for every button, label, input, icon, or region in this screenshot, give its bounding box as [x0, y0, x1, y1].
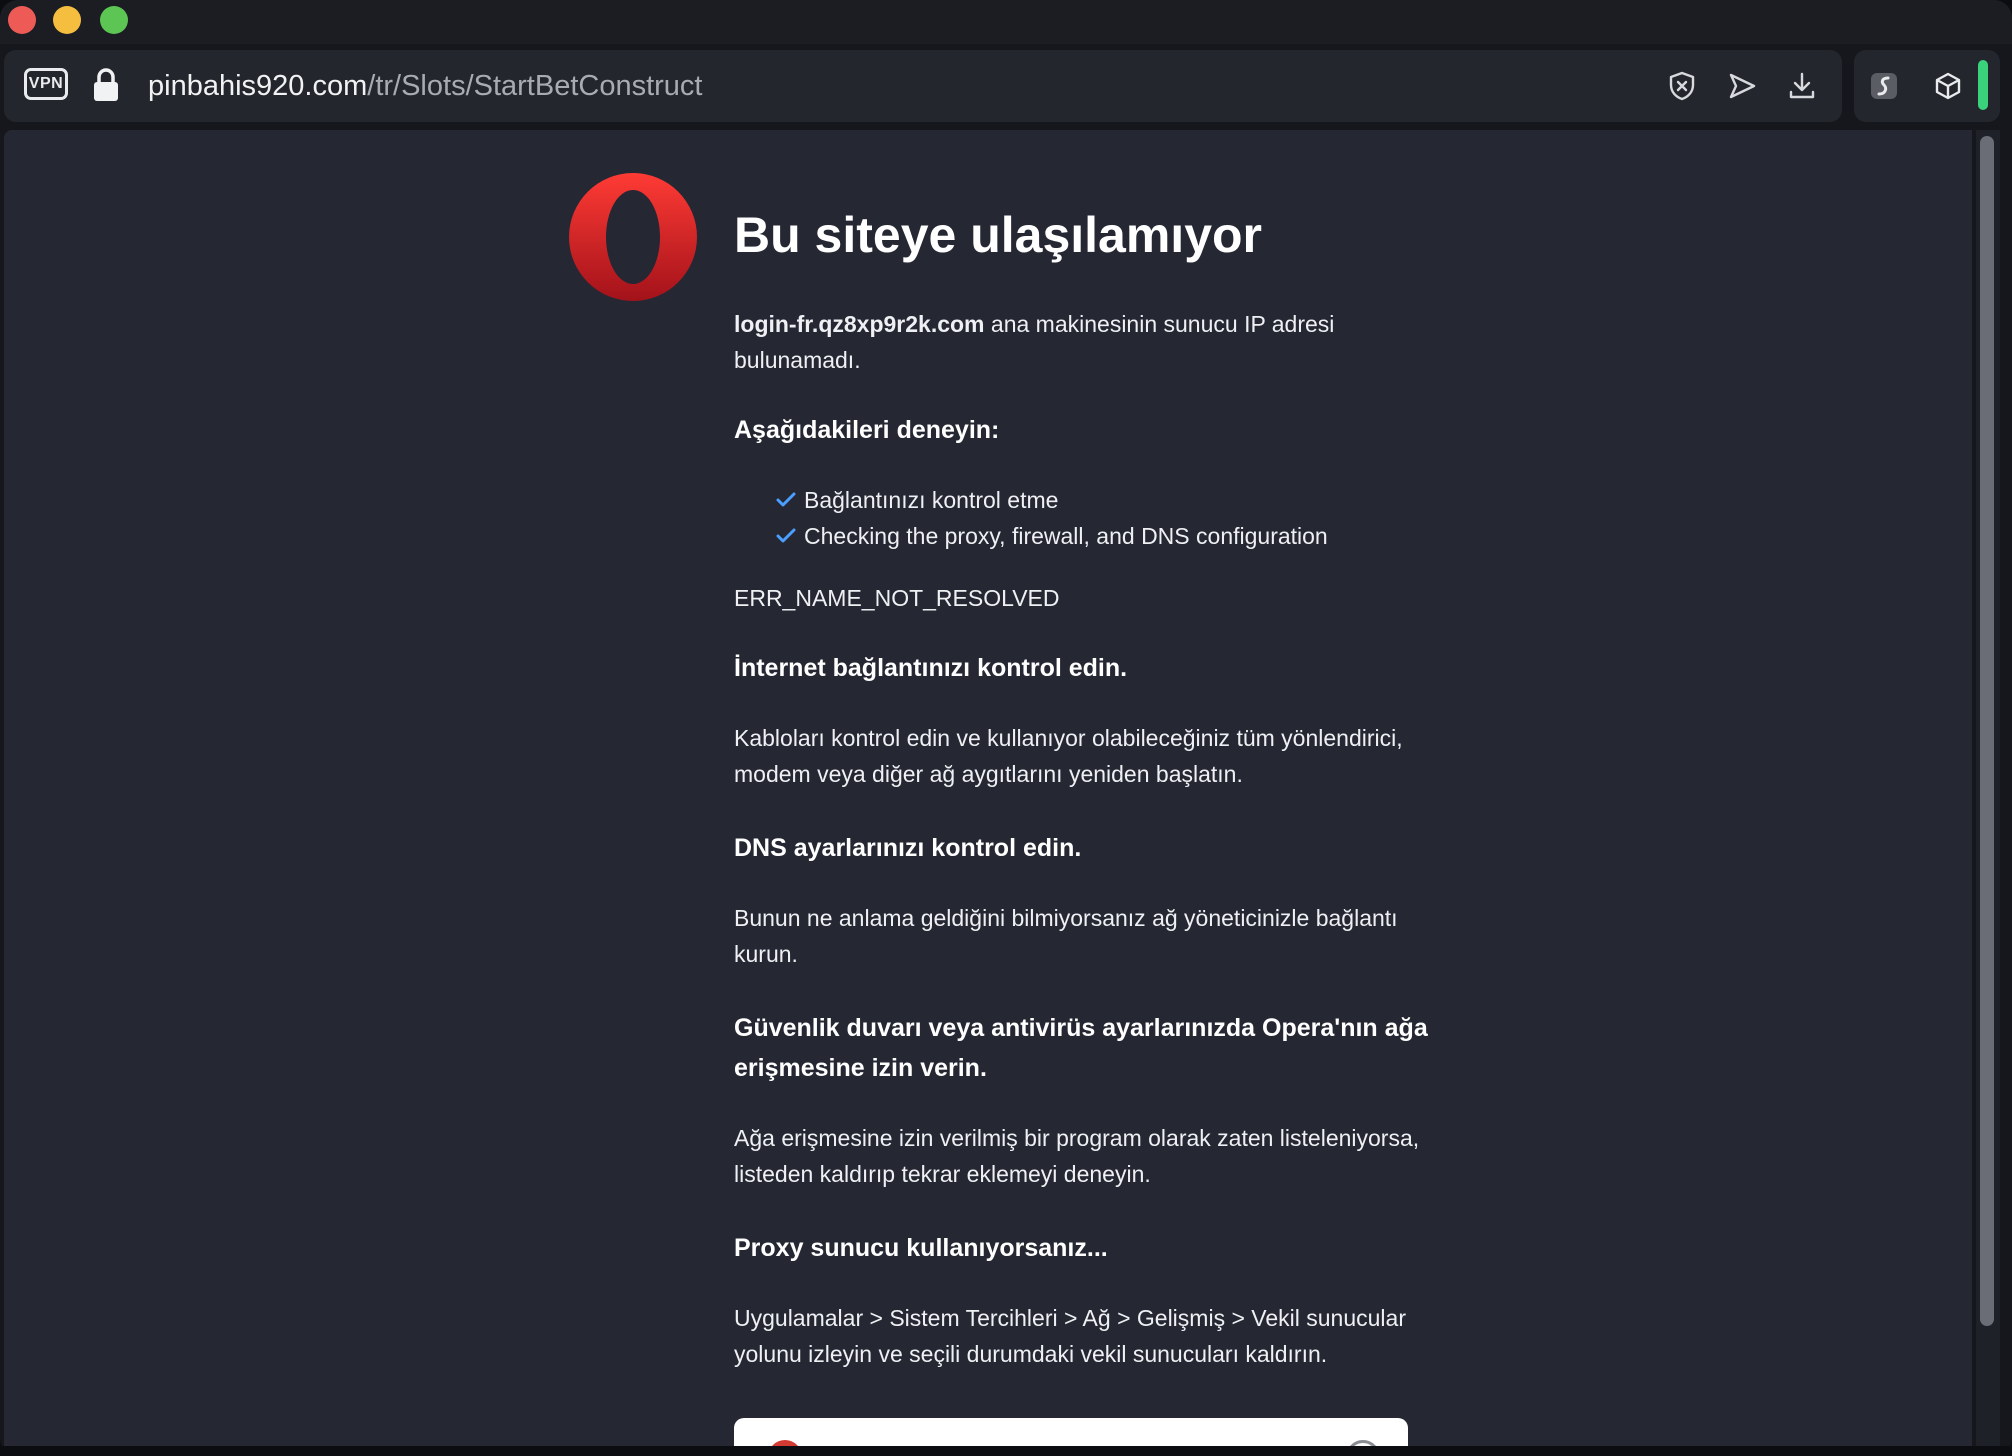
- check-icon: [776, 528, 796, 543]
- try-heading: Aşağıdakileri deneyin:: [734, 416, 1000, 444]
- section-heading-proxy: Proxy sunucu kullanıyorsanız...: [734, 1234, 1108, 1262]
- section-body-firewall: Ağa erişmesine izin verilmiş bir program…: [734, 1125, 1420, 1187]
- zoom-window-button[interactable]: [100, 6, 128, 34]
- sidebar-indicator: [1978, 60, 1988, 110]
- window-bottom-edge: [0, 1446, 2012, 1456]
- page-title: Bu siteye ulaşılamıyor: [734, 207, 1263, 263]
- error-code: ERR_NAME_NOT_RESOLVED: [734, 585, 1060, 611]
- shield-x-icon[interactable]: [1666, 70, 1698, 102]
- scrollbar-thumb[interactable]: [1980, 136, 1994, 1326]
- check-icon: [776, 492, 796, 507]
- suggestion-item: Checking the proxy, firewall, and DNS co…: [776, 518, 1328, 554]
- bottom-card[interactable]: [734, 1418, 1408, 1446]
- vpn-badge[interactable]: VPN: [24, 68, 68, 100]
- section-heading-firewall: Güvenlik duvarı veya antivirüs ayarların…: [734, 1014, 1428, 1082]
- section-heading-internet: İnternet bağlantınızı kontrol edin.: [734, 654, 1128, 682]
- error-page: Bu siteye ulaşılamıyor login-fr.qz8xp9r2…: [4, 130, 1972, 1446]
- section-heading-dns: DNS ayarlarınızı kontrol edin.: [734, 834, 1082, 862]
- address-bar[interactable]: VPN pinbahis920.com/tr/Slots/StartBetCon…: [4, 50, 1842, 122]
- section-body-proxy: Uygulamalar > Sistem Tercihleri > Ağ > G…: [734, 1305, 1406, 1367]
- lock-icon[interactable]: [92, 68, 120, 102]
- suggestion-item: Bağlantınızı kontrol etme: [776, 482, 1328, 518]
- host-message: login-fr.qz8xp9r2k.com ana makinesinin s…: [734, 306, 1434, 378]
- url-host: pinbahis920.com: [148, 70, 368, 102]
- browser-window: VPN pinbahis920.com/tr/Slots/StartBetCon…: [0, 0, 2012, 1456]
- section-body-internet: Kabloları kontrol edin ve kullanıyor ola…: [734, 725, 1403, 787]
- suggestion-list: Bağlantınızı kontrol etme Checking the p…: [776, 482, 1328, 554]
- cube-icon[interactable]: [1932, 70, 1964, 102]
- url-text[interactable]: pinbahis920.com/tr/Slots/StartBetConstru…: [148, 68, 703, 104]
- minimize-window-button[interactable]: [53, 6, 81, 34]
- opera-logo-icon: [569, 173, 697, 301]
- send-icon[interactable]: [1726, 70, 1758, 102]
- url-path: /tr/Slots/StartBetConstruct: [367, 70, 703, 102]
- close-window-button[interactable]: [8, 6, 36, 34]
- suggestion-text: Bağlantınızı kontrol etme: [804, 487, 1059, 513]
- suggestion-text: Checking the proxy, firewall, and DNS co…: [804, 523, 1328, 549]
- error-host: login-fr.qz8xp9r2k.com: [734, 311, 985, 337]
- surfshark-extension-icon[interactable]: [1868, 70, 1900, 102]
- title-bar: [0, 0, 2012, 44]
- section-body-dns: Bunun ne anlama geldiğini bilmiyorsanız …: [734, 905, 1398, 967]
- download-icon[interactable]: [1786, 70, 1818, 102]
